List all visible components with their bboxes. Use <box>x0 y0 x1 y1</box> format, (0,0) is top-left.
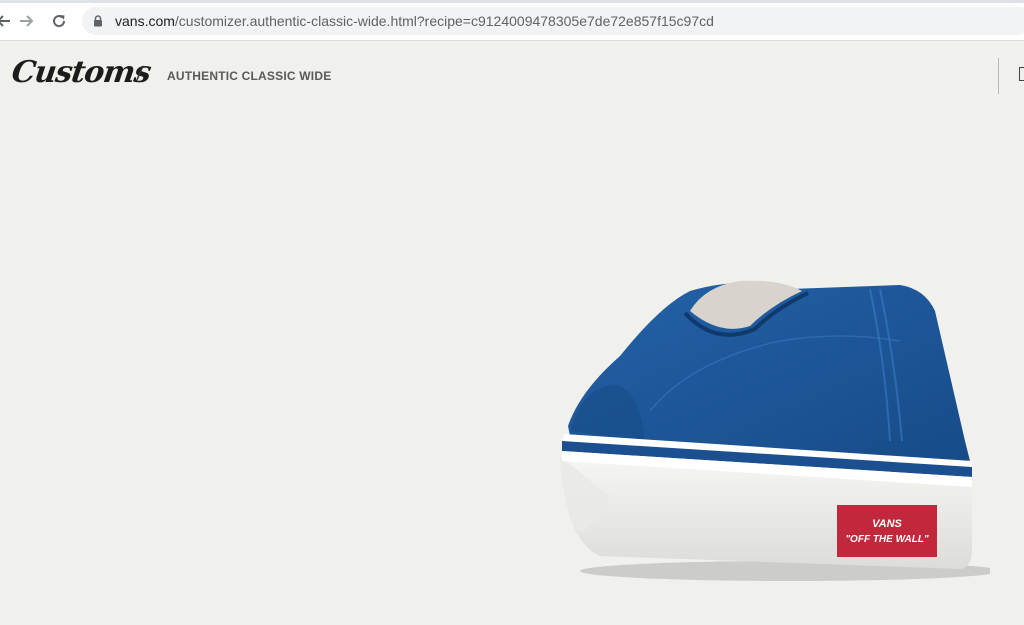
product-viewer[interactable]: VANS "OFF THE WALL" <box>0 111 1024 625</box>
url-path: /customizer.authentic-classic-wide.html?… <box>174 13 714 29</box>
forward-button[interactable] <box>14 9 38 33</box>
url-domain: vans.com <box>115 13 175 29</box>
breadcrumb-product: AUTHENTIC CLASSIC WIDE <box>167 69 332 83</box>
shoe-image[interactable]: VANS "OFF THE WALL" <box>540 271 990 591</box>
forward-arrow-icon <box>20 15 34 27</box>
customs-logo[interactable]: Customs <box>10 55 153 90</box>
browser-toolbar: vans.com/customizer.authentic-classic-wi… <box>0 0 1024 41</box>
heel-tab: VANS "OFF THE WALL" <box>837 505 937 557</box>
tab-strip-edge <box>0 0 1024 3</box>
back-arrow-icon <box>0 15 10 27</box>
address-bar[interactable]: vans.com/customizer.authentic-classic-wi… <box>82 7 1024 35</box>
heel-tab-vans: VANS <box>872 518 902 530</box>
site-header: Customs / AUTHENTIC CLASSIC WIDE <box>0 41 1024 111</box>
header-divider <box>998 58 999 94</box>
cart-icon[interactable] <box>1019 67 1024 81</box>
heel-tab-off-the-wall: "OFF THE WALL" <box>845 534 929 545</box>
reload-icon <box>53 15 66 28</box>
lock-icon <box>94 15 102 27</box>
reload-button[interactable] <box>47 9 71 33</box>
url-text[interactable]: vans.com/customizer.authentic-classic-wi… <box>115 7 714 35</box>
